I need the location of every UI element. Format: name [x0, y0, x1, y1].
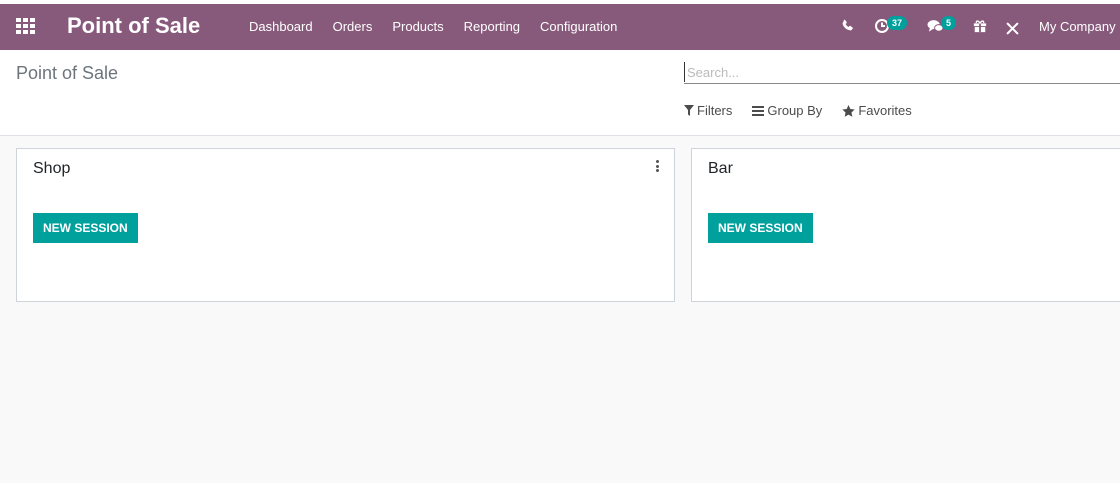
filter-icon [684, 105, 694, 116]
card-title: Bar [708, 160, 733, 177]
top-navbar: Point of Sale Dashboard Orders Products … [0, 0, 1120, 50]
menu-item-configuration[interactable]: Configuration [540, 19, 617, 34]
favorites-label: Favorites [858, 103, 912, 118]
activities-badge: 37 [887, 16, 908, 30]
pos-card-shop: Shop NEW SESSION [16, 148, 675, 302]
card-menu-icon[interactable] [656, 160, 660, 172]
group-by-label: Group By [767, 103, 823, 118]
filters-label: Filters [697, 103, 733, 118]
menu-item-products[interactable]: Products [392, 19, 443, 34]
favorites-button[interactable]: Favorites [842, 103, 912, 118]
search-input[interactable] [684, 62, 1120, 82]
search-bar [684, 60, 1120, 84]
menu-item-reporting[interactable]: Reporting [464, 19, 520, 34]
card-title: Shop [33, 160, 71, 177]
apps-menu-icon[interactable] [16, 18, 35, 34]
pos-card-bar: Bar NEW SESSION [691, 148, 1120, 302]
group-by-button[interactable]: Group By [752, 103, 822, 118]
control-panel: Point of Sale Filters Group By Favorites [0, 50, 1120, 136]
menu-item-dashboard[interactable]: Dashboard [249, 19, 313, 34]
search-options: Filters Group By Favorites [684, 103, 932, 118]
new-session-button[interactable]: NEW SESSION [33, 213, 138, 243]
main-menu: Dashboard Orders Products Reporting Conf… [249, 19, 637, 34]
gift-icon[interactable] [973, 19, 987, 36]
app-title[interactable]: Point of Sale [67, 13, 200, 39]
list-icon [752, 105, 765, 116]
messages-badge: 5 [941, 16, 957, 30]
company-switcher[interactable]: My Company ( [1039, 19, 1120, 34]
filters-button[interactable]: Filters [684, 103, 732, 118]
debug-tools-icon[interactable] [1006, 22, 1019, 38]
breadcrumb: Point of Sale [16, 63, 119, 83]
new-session-button[interactable]: NEW SESSION [708, 213, 813, 243]
menu-item-orders[interactable]: Orders [333, 19, 373, 34]
phone-icon[interactable] [841, 19, 854, 35]
star-icon [842, 104, 855, 117]
